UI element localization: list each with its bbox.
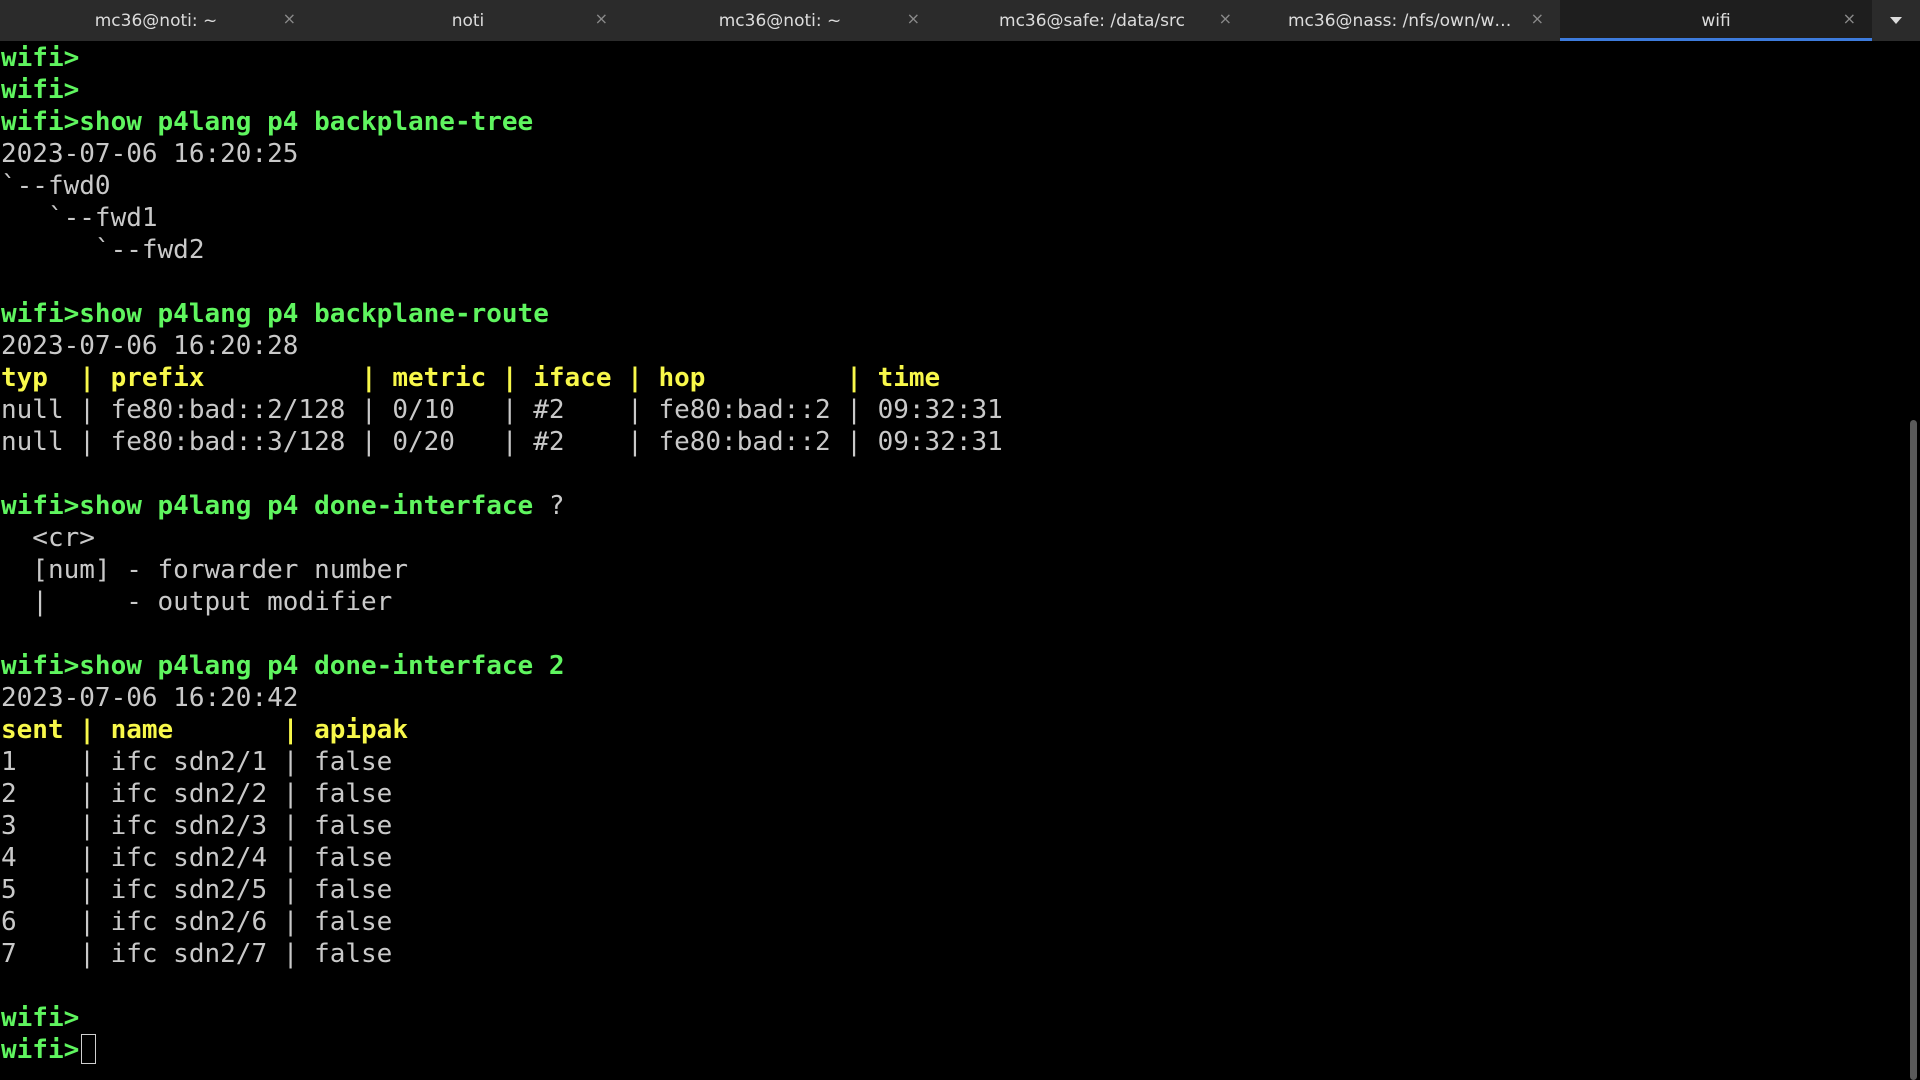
- tab-label: mc36@noti: ~: [94, 10, 218, 31]
- terminal-line: `--fwd1: [0, 202, 1906, 234]
- tab-list-menu-button[interactable]: [1872, 0, 1920, 41]
- chevron-down-icon: [1890, 17, 1902, 24]
- output-text: 7 | ifc sdn2/7 | false: [1, 939, 393, 969]
- command-text: wifi>: [1, 1035, 80, 1065]
- terminal-line: 5 | ifc sdn2/5 | false: [0, 874, 1906, 906]
- command-text: wifi>: [1, 43, 80, 73]
- command-text: wifi>: [1, 1003, 80, 1033]
- tab-4[interactable]: mc36@safe: /data/src ×: [936, 0, 1248, 41]
- tab-label: wifi: [1701, 10, 1731, 31]
- output-text: 4 | ifc sdn2/4 | false: [1, 843, 393, 873]
- tab-label: mc36@nass: /nfs/own/web/f…: [1288, 10, 1520, 31]
- terminal-line: 7 | ifc sdn2/7 | false: [0, 938, 1906, 970]
- tab-label: mc36@noti: ~: [718, 10, 842, 31]
- terminal-line: `--fwd2: [0, 234, 1906, 266]
- output-text: 3 | ifc sdn2/3 | false: [1, 811, 393, 841]
- output-text: `--fwd0: [1, 171, 111, 201]
- terminal-line: null | fe80:bad::2/128 | 0/10 | #2 | fe8…: [0, 394, 1906, 426]
- terminal-line: 2023-07-06 16:20:42: [0, 682, 1906, 714]
- terminal-line: sent | name | apipak: [0, 714, 1906, 746]
- terminal-line: null | fe80:bad::3/128 | 0/20 | #2 | fe8…: [0, 426, 1906, 458]
- scrollbar-thumb[interactable]: [1910, 420, 1917, 1080]
- close-icon[interactable]: ×: [1843, 9, 1856, 28]
- output-text: | - output modifier: [1, 587, 393, 617]
- terminal-line: 2 | ifc sdn2/2 | false: [0, 778, 1906, 810]
- command-text: wifi>: [1, 75, 80, 105]
- terminal-line: wifi>show p4lang p4 done-interface 2: [0, 650, 1906, 682]
- output-text: ?: [548, 491, 565, 521]
- close-icon[interactable]: ×: [907, 9, 920, 28]
- output-text: null | fe80:bad::3/128 | 0/20 | #2 | fe8…: [1, 427, 1003, 457]
- terminal-line: [num] - forwarder number: [0, 554, 1906, 586]
- terminal-line: <cr>: [0, 522, 1906, 554]
- output-text: <cr>: [1, 523, 95, 553]
- tab-2[interactable]: noti ×: [312, 0, 624, 41]
- tab-6-active[interactable]: wifi ×: [1560, 0, 1872, 41]
- output-text: 6 | ifc sdn2/6 | false: [1, 907, 393, 937]
- terminal-line: 1 | ifc sdn2/1 | false: [0, 746, 1906, 778]
- close-icon[interactable]: ×: [1531, 9, 1544, 28]
- table-header-text: typ | prefix | metric | iface | hop | ti…: [1, 363, 941, 393]
- output-text: 2 | ifc sdn2/2 | false: [1, 779, 393, 809]
- terminal-line: 2023-07-06 16:20:25: [0, 138, 1906, 170]
- command-text: wifi>show p4lang p4 backplane-route: [1, 299, 549, 329]
- close-icon[interactable]: ×: [283, 9, 296, 28]
- tab-5[interactable]: mc36@nass: /nfs/own/web/f… ×: [1248, 0, 1560, 41]
- command-text: wifi>show p4lang p4 done-interface: [1, 491, 549, 521]
- terminal-output[interactable]: wifi> wifi> wifi>show p4lang p4 backplane-…: [0, 41, 1906, 1080]
- tab-label: mc36@safe: /data/src: [999, 10, 1185, 31]
- terminal-line: | - output modifier: [0, 586, 1906, 618]
- terminal-line: wifi>show p4lang p4 backplane-tree: [0, 106, 1906, 138]
- terminal-line: wifi>show p4lang p4 backplane-route: [0, 298, 1906, 330]
- terminal-line: `--fwd0: [0, 170, 1906, 202]
- output-text: 5 | ifc sdn2/5 | false: [1, 875, 393, 905]
- output-text: `--fwd1: [1, 203, 158, 233]
- command-text: wifi>show p4lang p4 done-interface 2: [1, 651, 565, 681]
- terminal-line: wifi>: [0, 1002, 1906, 1034]
- terminal-line: wifi>: [0, 1034, 1906, 1066]
- terminal-line: wifi>: [0, 42, 1906, 74]
- table-header-text: sent | name | apipak: [1, 715, 408, 745]
- output-text: null | fe80:bad::2/128 | 0/10 | #2 | fe8…: [1, 395, 1003, 425]
- tab-1[interactable]: mc36@noti: ~ ×: [0, 0, 312, 41]
- tab-label: noti: [451, 10, 485, 31]
- output-text: 2023-07-06 16:20:28: [1, 331, 299, 361]
- terminal-line: 3 | ifc sdn2/3 | false: [0, 810, 1906, 842]
- terminal-line: typ | prefix | metric | iface | hop | ti…: [0, 362, 1906, 394]
- terminal-line: 4 | ifc sdn2/4 | false: [0, 842, 1906, 874]
- output-text: 2023-07-06 16:20:42: [1, 683, 299, 713]
- tab-3[interactable]: mc36@noti: ~ ×: [624, 0, 936, 41]
- terminal-line: wifi>show p4lang p4 done-interface ?: [0, 490, 1906, 522]
- output-text: `--fwd2: [1, 235, 205, 265]
- terminal-line: 2023-07-06 16:20:28: [0, 330, 1906, 362]
- output-text: [num] - forwarder number: [1, 555, 408, 585]
- output-text: 2023-07-06 16:20:25: [1, 139, 299, 169]
- terminal-line: 6 | ifc sdn2/6 | false: [0, 906, 1906, 938]
- close-icon[interactable]: ×: [595, 9, 608, 28]
- text-cursor: [81, 1034, 97, 1064]
- tab-bar: mc36@noti: ~ × noti × mc36@noti: ~ × mc3…: [0, 0, 1920, 41]
- output-text: 1 | ifc sdn2/1 | false: [1, 747, 393, 777]
- close-icon[interactable]: ×: [1219, 9, 1232, 28]
- terminal-line: wifi>: [0, 74, 1906, 106]
- command-text: wifi>show p4lang p4 backplane-tree: [1, 107, 534, 137]
- terminal-scrollbar[interactable]: [1906, 41, 1920, 1080]
